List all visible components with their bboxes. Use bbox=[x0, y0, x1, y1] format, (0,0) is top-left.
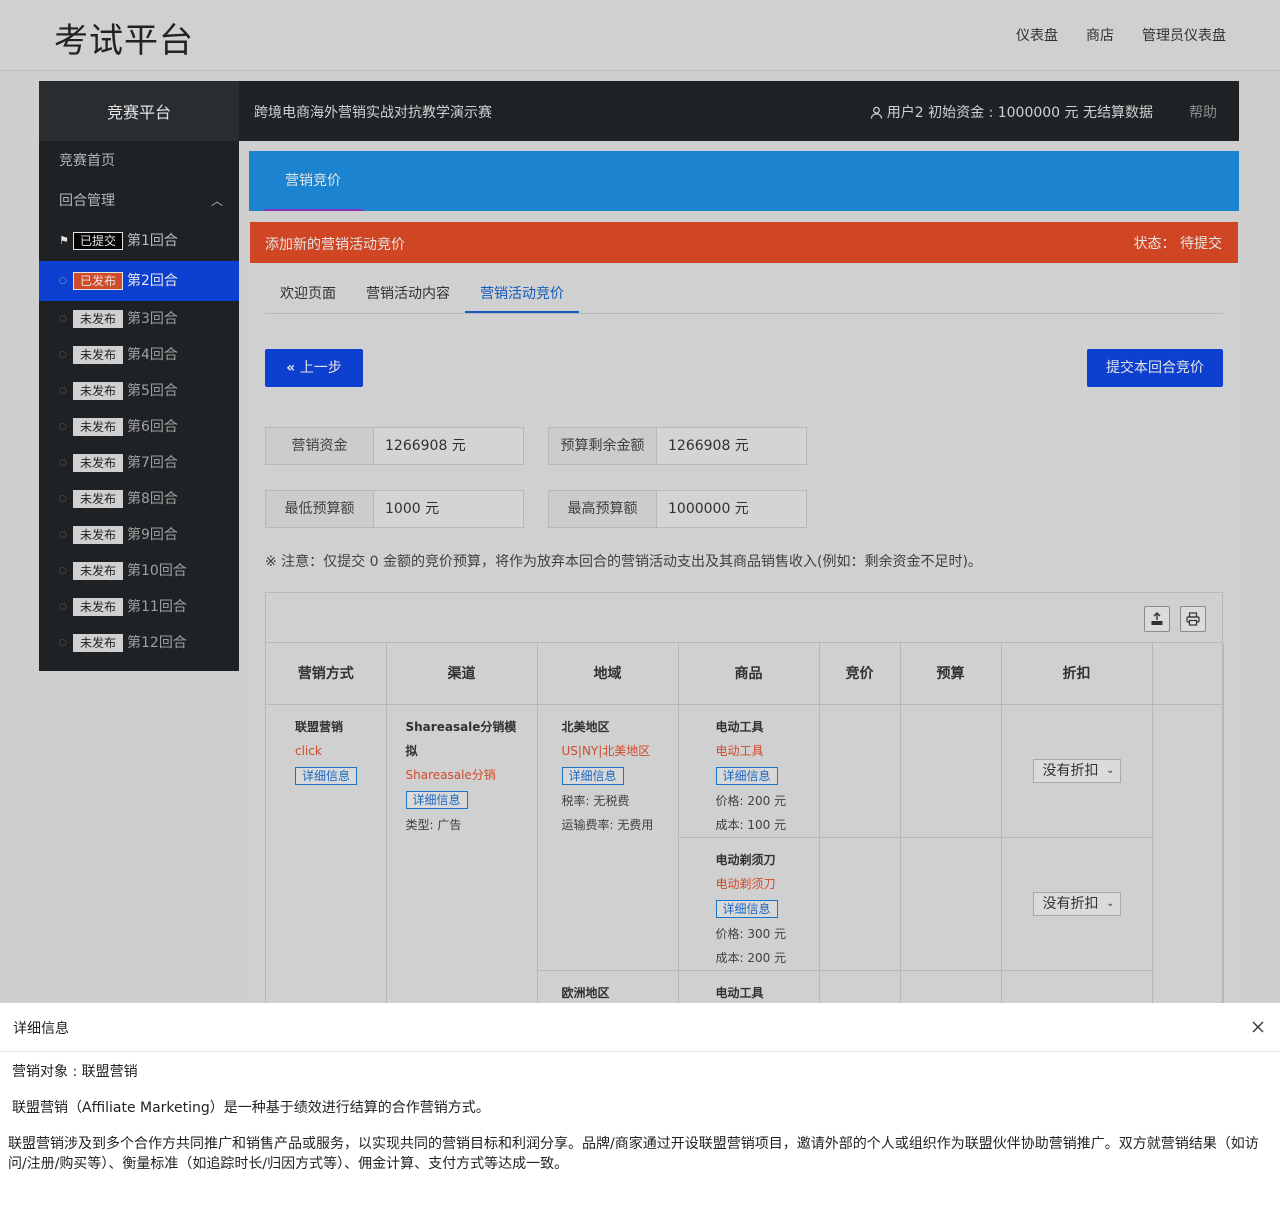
modal-backdrop[interactable] bbox=[0, 0, 1280, 1003]
modal-line-description: 联盟营销涉及到多个合作方共同推广和销售产品或服务，以实现共同的营销目标和利润分享… bbox=[8, 1136, 1259, 1172]
close-button[interactable] bbox=[1252, 1015, 1264, 1038]
modal-line-definition: 联盟营销（Affiliate Marketing）是一种基于绩效进行结算的合作营… bbox=[12, 1100, 490, 1116]
close-icon bbox=[1252, 1021, 1264, 1033]
modal-line-target: 营销对象 : 联盟营销 bbox=[12, 1064, 138, 1080]
detail-modal: 详细信息 营销对象 : 联盟营销 联盟营销（Affiliate Marketin… bbox=[0, 1003, 1280, 1221]
modal-header: 详细信息 bbox=[0, 1003, 1280, 1052]
modal-title: 详细信息 bbox=[13, 1021, 69, 1037]
